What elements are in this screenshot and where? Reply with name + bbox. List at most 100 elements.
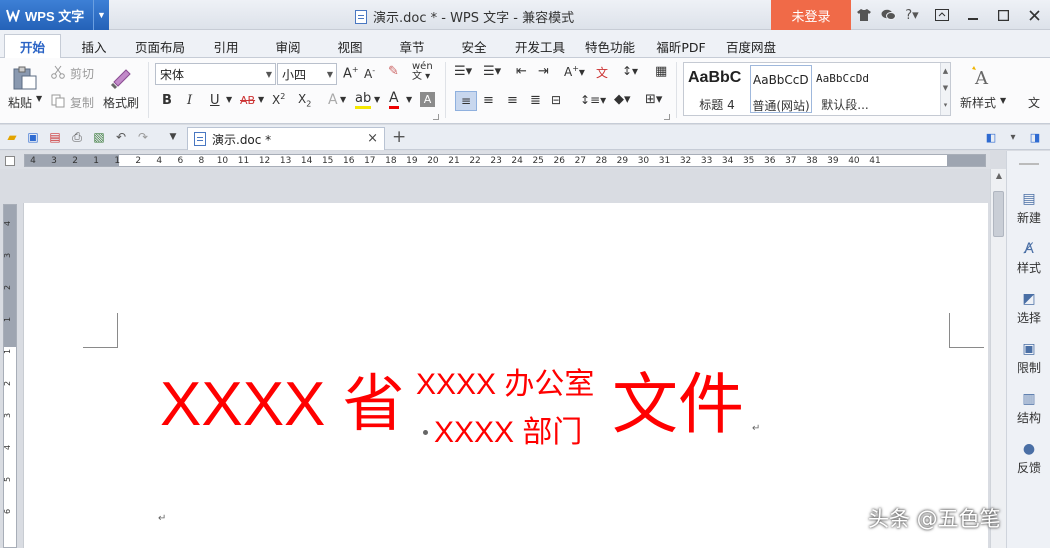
font-color-chevron-down-icon[interactable]: ▼ <box>406 95 412 104</box>
print-preview-icon[interactable]: ▧ <box>91 129 107 145</box>
gallery-scroll[interactable]: ▲ ▼ ▾ <box>940 63 950 115</box>
task-feedback[interactable]: ● 反馈 <box>1007 441 1050 476</box>
grow-font-icon[interactable]: A+ <box>343 65 359 81</box>
document-tab[interactable]: 演示.doc * × <box>187 127 385 150</box>
tab-home[interactable]: 开始 <box>4 34 61 58</box>
paste-clipboard-icon[interactable] <box>10 64 40 92</box>
underline-chevron-down-icon[interactable]: ▼ <box>226 95 232 104</box>
tab-foxit-pdf[interactable]: 福昕PDF <box>650 34 712 58</box>
phonetic-guide-icon[interactable]: wén 文 ▾ <box>412 62 433 82</box>
borders-icon[interactable]: ⊞▾ <box>645 92 662 107</box>
vertical-ruler[interactable]: 4 3 2 1 1 2 3 4 5 6 <box>3 204 17 548</box>
skin-shirt-icon[interactable] <box>852 0 876 30</box>
scroll-thumb[interactable] <box>993 191 1004 237</box>
paste-chevron-down-icon[interactable]: ▼ <box>36 94 42 103</box>
help-icon[interactable]: ?▾ <box>900 0 924 30</box>
tab-view[interactable]: 视图 <box>326 34 374 58</box>
chinese-layout-icon[interactable]: 文 <box>596 64 608 81</box>
copy-button[interactable]: 复制 <box>70 94 94 111</box>
paragraph-dialog-launcher-icon[interactable] <box>664 114 670 120</box>
subscript-icon[interactable]: X2 <box>298 92 311 108</box>
align-center-icon[interactable]: ≡ <box>483 93 494 108</box>
text-effect-icon[interactable]: A <box>328 92 338 108</box>
superscript-icon[interactable]: X2 <box>272 92 285 107</box>
tab-security[interactable]: 安全 <box>450 34 498 58</box>
export-pdf-icon[interactable]: ▤ <box>47 129 63 145</box>
font-dialog-launcher-icon[interactable] <box>433 114 439 120</box>
cut-button[interactable]: 剪切 <box>70 65 94 82</box>
format-painter-button[interactable]: 格式刷 <box>103 94 139 111</box>
align-right-icon[interactable]: ≡ <box>507 93 518 108</box>
shrink-font-icon[interactable]: A- <box>364 66 375 81</box>
font-color-icon[interactable]: A <box>389 91 399 109</box>
collapse-ribbon-icon[interactable]: ▾ <box>1005 129 1021 145</box>
align-left-icon[interactable]: ≡ <box>455 91 477 111</box>
scroll-up-icon[interactable]: ▲ <box>991 171 1007 180</box>
change-case-icon[interactable]: A+▾ <box>564 64 585 79</box>
close-tab-icon[interactable]: × <box>367 131 378 146</box>
style-normal-web[interactable]: AaBbCcD 普通(网站) <box>750 65 812 113</box>
decrease-indent-icon[interactable]: ⇤ <box>516 64 527 79</box>
strikethrough-chevron-down-icon[interactable]: ▼ <box>258 95 264 104</box>
tab-references[interactable]: 引用 <box>202 34 250 58</box>
table-grid-icon[interactable]: ▦ <box>655 64 667 79</box>
horizontal-ruler[interactable]: 4 3 2 1 1 2 4 6 8 10 11 12 13 14 15 16 17 18 19 20 21 22 23 24 2… <box>24 154 986 167</box>
character-shading-icon[interactable]: A <box>420 92 435 107</box>
text-tools-button[interactable]: 文 <box>1028 94 1040 111</box>
task-styles[interactable]: A̸ 样式 <box>1007 241 1050 276</box>
document-page[interactable]: XXXX 省 XXXX 办公室 XXXX 部门 文件 ↵ ↵ <box>23 203 988 548</box>
new-style-button[interactable]: 新样式 <box>960 94 996 111</box>
italic-icon[interactable]: I <box>187 93 192 108</box>
font-name-select[interactable]: 宋体 ▼ <box>155 63 276 85</box>
distributed-align-icon[interactable]: ⊟ <box>551 93 561 107</box>
scissors-icon[interactable] <box>50 64 66 80</box>
tab-review[interactable]: 审阅 <box>264 34 312 58</box>
task-pane-toggle-icon[interactable]: ◨ <box>1027 129 1043 145</box>
style-heading-4[interactable]: AaBbC 标题 4 <box>686 65 748 113</box>
line-spacing-icon[interactable]: ↕≡▾ <box>580 93 606 107</box>
customize-chevron-down-icon[interactable]: ▼ <box>165 129 181 145</box>
format-painter-icon[interactable] <box>106 62 136 92</box>
strikethrough-icon[interactable]: AB <box>240 94 255 107</box>
restore-layout-icon[interactable] <box>926 0 957 30</box>
new-style-icon[interactable]: A <box>966 63 1000 89</box>
new-tab-plus-icon[interactable]: + <box>392 127 406 147</box>
justify-icon[interactable]: ≣ <box>530 93 541 108</box>
undo-icon[interactable]: ↶ <box>113 129 129 145</box>
bold-icon[interactable]: B <box>162 93 172 108</box>
print-icon[interactable]: ⎙ <box>69 129 85 145</box>
wps-app-menu-button[interactable]: WPS 文字 ▼ <box>0 0 109 30</box>
task-structure[interactable]: ▥ 结构 <box>1007 391 1050 426</box>
tab-stop-selector[interactable] <box>5 156 15 166</box>
tab-special-features[interactable]: 特色功能 <box>578 34 642 58</box>
maximize-button[interactable] <box>988 0 1019 30</box>
bullet-list-icon[interactable]: ☰▾ <box>454 64 472 79</box>
paste-button[interactable]: 粘贴 <box>8 94 32 111</box>
app-menu-chevron-down-icon[interactable]: ▼ <box>93 0 109 30</box>
tab-page-layout[interactable]: 页面布局 <box>128 34 192 58</box>
text-effect-chevron-down-icon[interactable]: ▼ <box>340 95 346 104</box>
task-select[interactable]: ◩ 选择 <box>1007 291 1050 326</box>
task-restrict[interactable]: ▣ 限制 <box>1007 341 1050 376</box>
redo-icon[interactable]: ↷ <box>135 129 151 145</box>
minimize-button[interactable] <box>957 0 988 30</box>
tab-baidu-netdisk[interactable]: 百度网盘 <box>718 34 784 58</box>
font-size-select[interactable]: 小四 ▼ <box>277 63 337 85</box>
sort-icon[interactable]: ↕▾ <box>622 64 638 78</box>
tab-insert[interactable]: 插入 <box>70 34 118 58</box>
login-button[interactable]: 未登录 <box>771 0 851 30</box>
paint-bucket-icon[interactable]: ◆▾ <box>614 92 631 107</box>
numbered-list-icon[interactable]: ☰▾ <box>483 64 501 79</box>
save-icon[interactable]: ▣ <box>25 129 41 145</box>
open-folder-icon[interactable]: ▰ <box>4 129 20 145</box>
highlight-icon[interactable]: ab <box>355 91 372 109</box>
task-new[interactable]: ▤ 新建 <box>1007 191 1050 226</box>
underline-icon[interactable]: U <box>210 93 220 108</box>
new-style-chevron-down-icon[interactable]: ▼ <box>1000 96 1006 105</box>
copy-icon[interactable] <box>50 93 66 109</box>
close-button[interactable] <box>1019 0 1050 30</box>
tab-sections[interactable]: 章节 <box>388 34 436 58</box>
increase-indent-icon[interactable]: ⇥ <box>538 64 549 79</box>
highlight-chevron-down-icon[interactable]: ▼ <box>374 95 380 104</box>
chat-bubbles-icon[interactable] <box>876 0 900 30</box>
